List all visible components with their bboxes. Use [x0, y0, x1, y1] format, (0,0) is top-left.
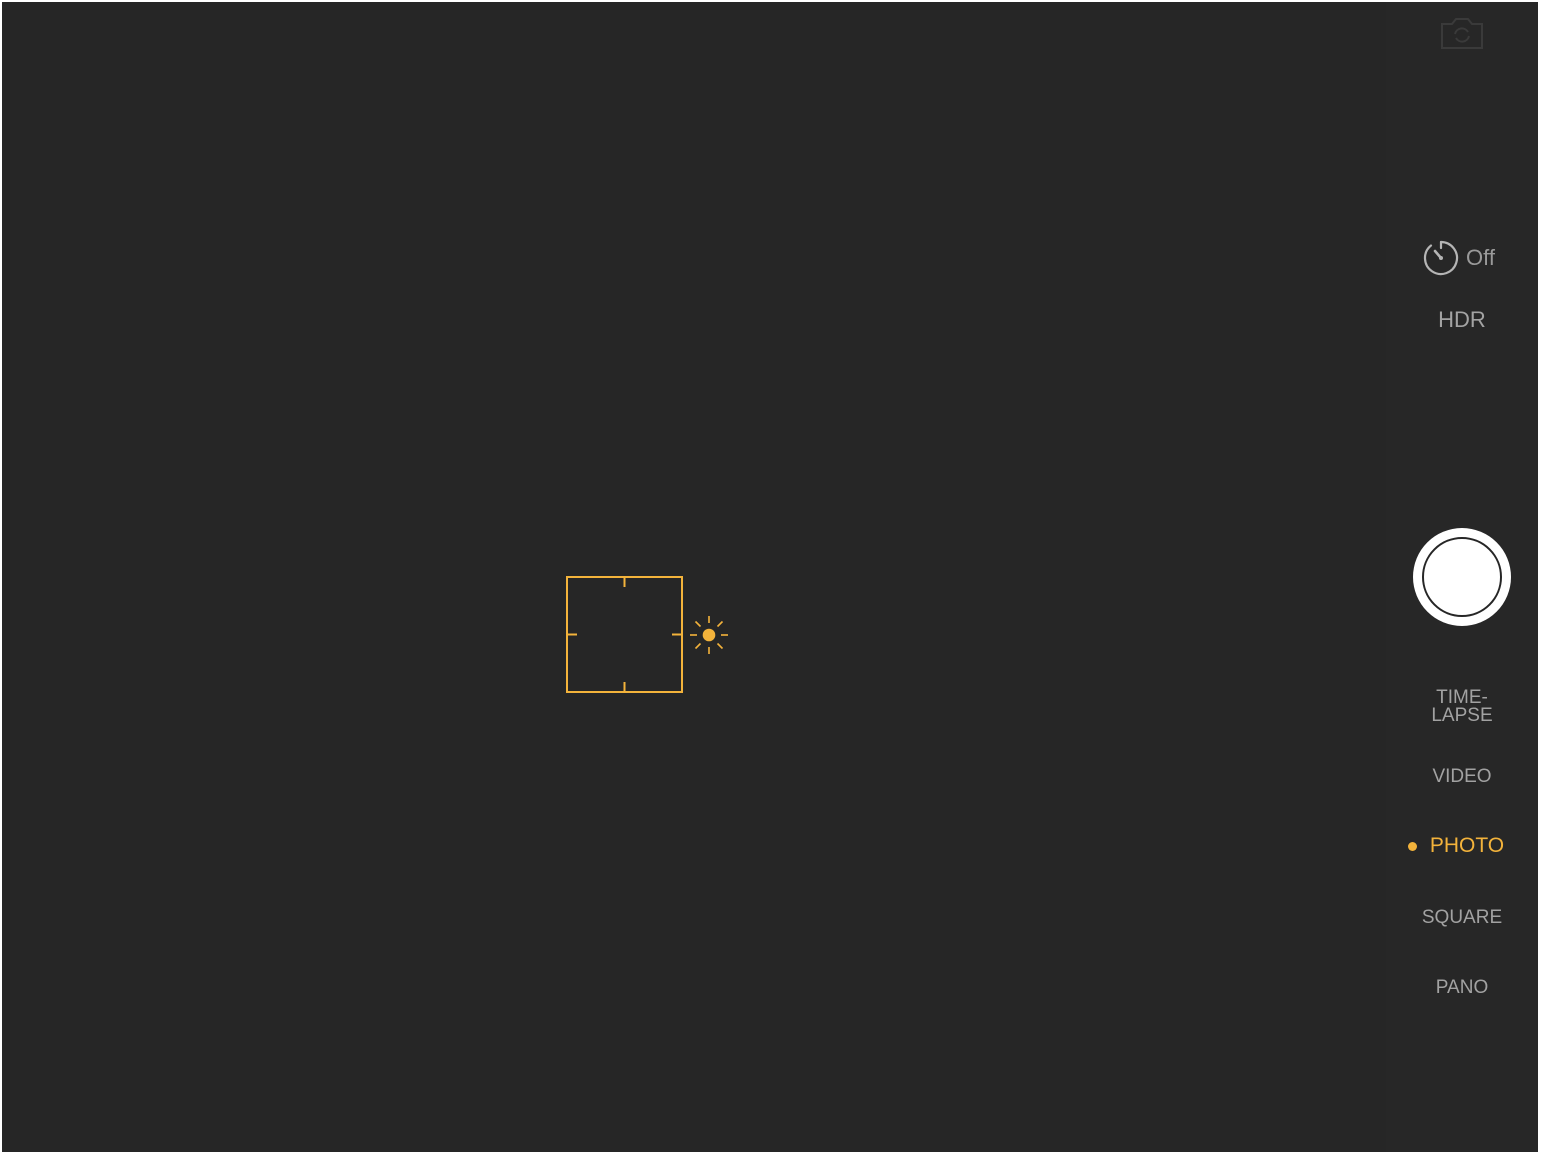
- focus-exposure-indicator: [566, 576, 728, 693]
- camera-app: Off HDR TIME- LAPSE VIDEO PHOTO SQUARE P…: [2, 2, 1538, 1152]
- mode-square[interactable]: SQUARE: [1386, 907, 1538, 929]
- viewfinder[interactable]: [2, 2, 1386, 1152]
- mode-time-lapse[interactable]: TIME- LAPSE: [1386, 688, 1538, 726]
- focus-square: [566, 576, 683, 693]
- camera-controls-panel: Off HDR TIME- LAPSE VIDEO PHOTO SQUARE P…: [1386, 2, 1538, 1152]
- sun-icon[interactable]: [690, 616, 728, 654]
- mode-time-lapse-line2: LAPSE: [1431, 705, 1493, 726]
- mode-photo[interactable]: PHOTO: [1386, 834, 1538, 858]
- mode-pano[interactable]: PANO: [1386, 977, 1538, 999]
- mode-video[interactable]: VIDEO: [1386, 766, 1538, 788]
- mode-selector: TIME- LAPSE VIDEO PHOTO SQUARE PANO: [1386, 2, 1538, 1152]
